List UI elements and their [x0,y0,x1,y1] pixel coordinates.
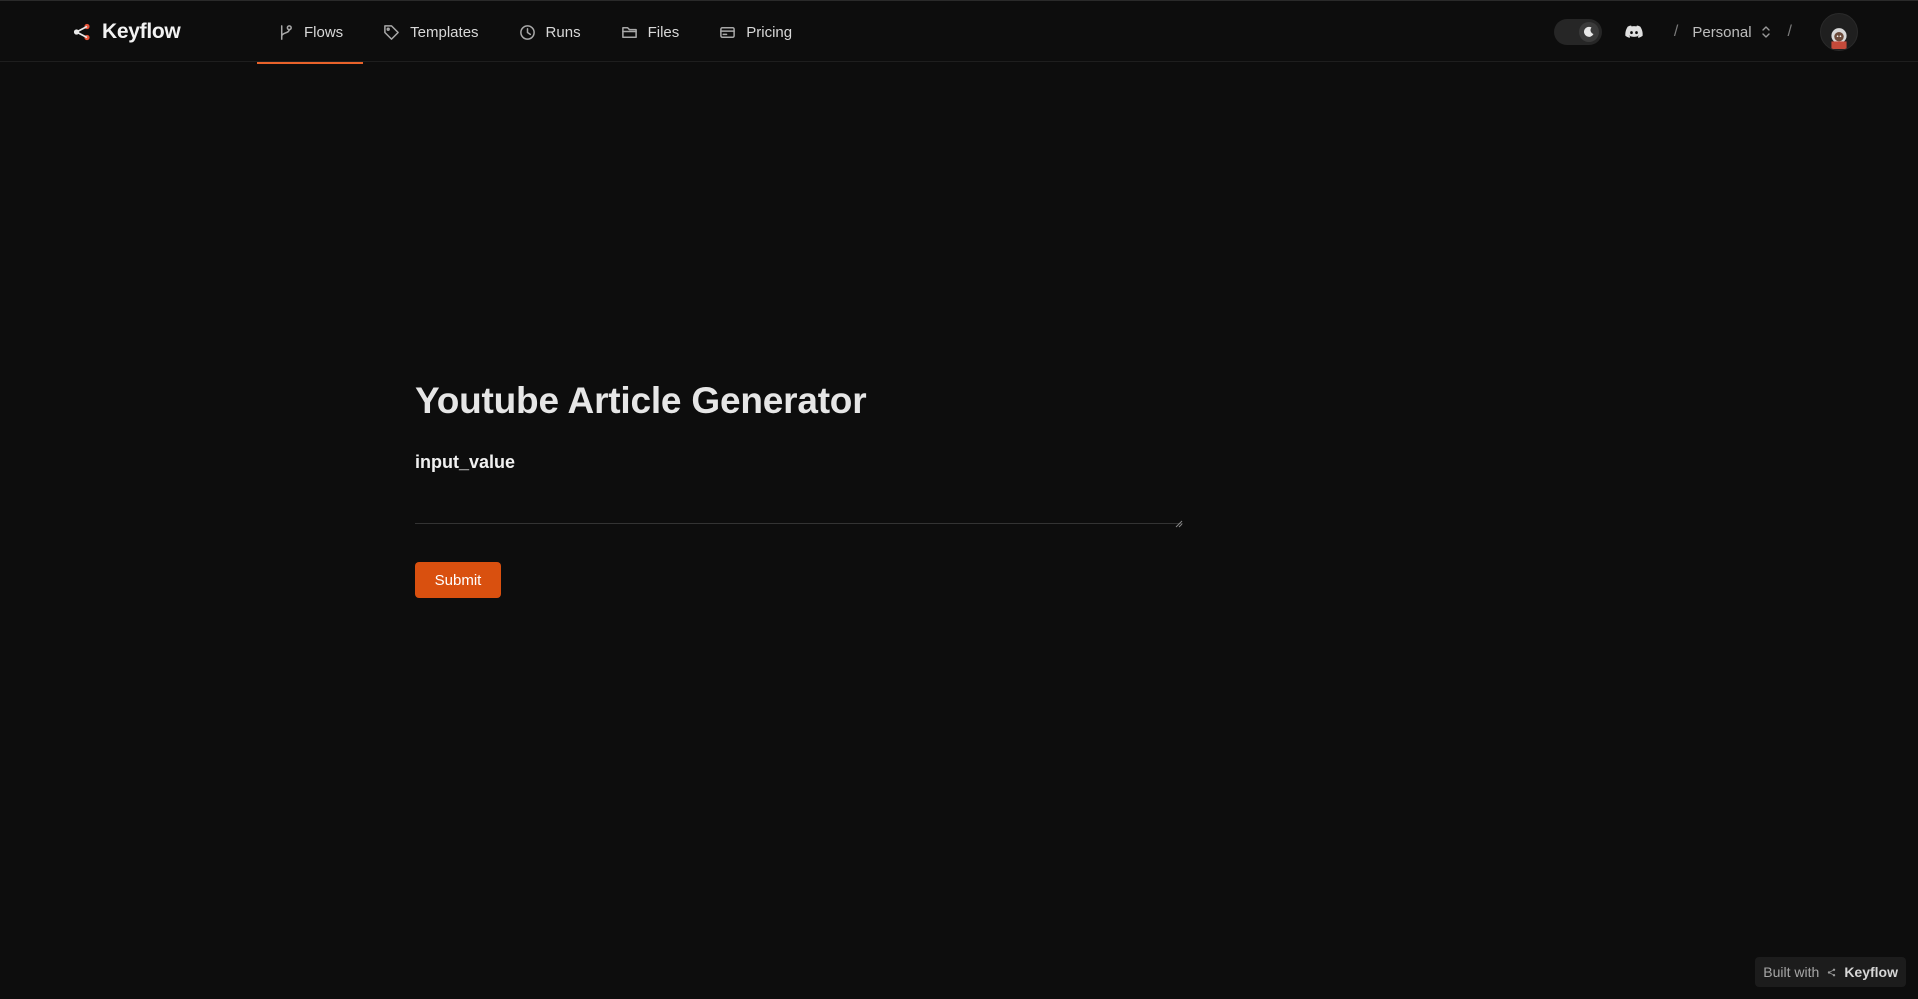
nav-label: Runs [545,23,581,41]
top-navigation-bar: Keyflow Flows Templates Runs Files Prici… [0,0,1918,64]
resize-grip-icon[interactable] [1174,519,1183,528]
brand-name: Keyflow [102,20,181,43]
nav-label: Pricing [746,23,793,41]
nav-item-files[interactable]: Files [601,1,700,63]
tag-icon [384,24,400,40]
nav-item-pricing[interactable]: Pricing [699,1,812,63]
input-value-wrapper [415,479,1183,529]
nav-label: Files [647,23,680,41]
folder-icon [621,26,637,38]
clock-icon [519,24,535,40]
main-nav: Flows Templates Runs Files Pricing [257,1,812,64]
built-with-badge[interactable]: Built with Keyflow [1755,957,1906,987]
submit-button[interactable]: Submit [415,562,501,598]
moon-icon [1583,26,1594,37]
nav-item-templates[interactable]: Templates [363,1,498,63]
workspace-selector[interactable]: Personal [1692,24,1771,41]
built-with-text: Built with [1763,964,1820,980]
input-value-label: input_value [415,452,516,472]
nav-item-runs[interactable]: Runs [499,1,601,63]
share-nodes-icon [73,23,90,41]
brand-logo[interactable]: Keyflow [72,20,181,44]
discord-link[interactable] [1624,21,1646,43]
nav-item-flows[interactable]: Flows [257,1,364,64]
input-value-textarea[interactable] [415,479,1183,524]
header-actions: / Personal / [1553,1,1858,63]
chevrons-up-down-icon [1761,26,1770,38]
flow-form: Youtube Article Generator input_value Su… [415,380,1183,598]
nav-label: Templates [410,23,479,41]
branch-icon [280,24,292,40]
page-title: Youtube Article Generator [415,380,867,421]
avatar-image [1831,28,1847,49]
breadcrumb-separator: / [1787,23,1792,40]
theme-toggle[interactable] [1553,19,1602,45]
nav-label: Flows [304,23,344,41]
built-with-brand: Keyflow [1844,964,1898,980]
breadcrumb-separator: / [1673,23,1679,40]
workspace-label: Personal [1692,23,1752,41]
toggle-knob [1578,22,1599,42]
share-nodes-icon [1828,968,1836,976]
discord-icon [1625,25,1643,38]
user-avatar[interactable] [1820,13,1858,51]
credit-card-icon [720,26,736,38]
